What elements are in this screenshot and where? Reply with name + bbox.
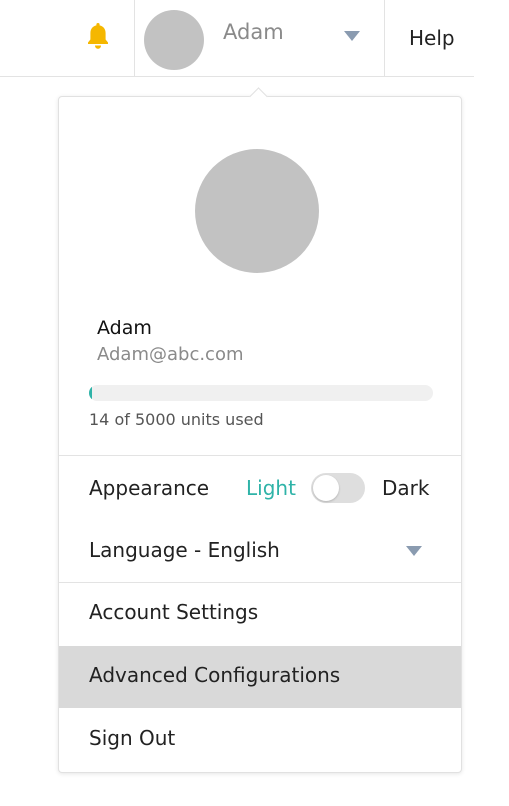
account-settings-item[interactable]: Account Settings [59,583,461,645]
language-label: Language - English [89,538,280,562]
usage-text: 14 of 5000 units used [89,410,264,429]
top-bar: Adam Help [0,0,474,77]
appearance-label: Appearance [89,476,210,500]
divider [59,455,461,456]
user-menu-name: Adam [223,20,284,44]
usage-progress-fill [89,385,93,401]
language-select[interactable]: Language - English [59,522,461,578]
header-divider [384,0,385,76]
sign-out-item[interactable]: Sign Out [59,709,461,771]
advanced-configurations-item[interactable]: Advanced Configurations [59,646,461,708]
profile-avatar [195,149,319,273]
notifications-button[interactable] [84,20,112,52]
account-settings-label: Account Settings [89,600,259,624]
advanced-configurations-label: Advanced Configurations [89,663,341,687]
theme-dark-option[interactable]: Dark [382,476,429,500]
user-dropdown-menu: Adam Adam@abc.com 14 of 5000 units used … [58,96,462,773]
profile-name: Adam [97,317,152,339]
avatar [144,10,204,70]
theme-toggle[interactable] [311,473,365,503]
chevron-down-icon [406,546,422,556]
profile-email: Adam@abc.com [97,344,244,365]
user-menu-trigger[interactable]: Adam [136,0,384,76]
bell-icon [88,23,108,49]
theme-light-option[interactable]: Light [246,476,296,500]
chevron-down-icon [344,31,360,41]
usage-progress-bar [89,385,433,401]
header-divider [134,0,135,76]
help-link[interactable]: Help [409,26,455,50]
sign-out-label: Sign Out [89,726,176,750]
toggle-knob [313,475,339,501]
